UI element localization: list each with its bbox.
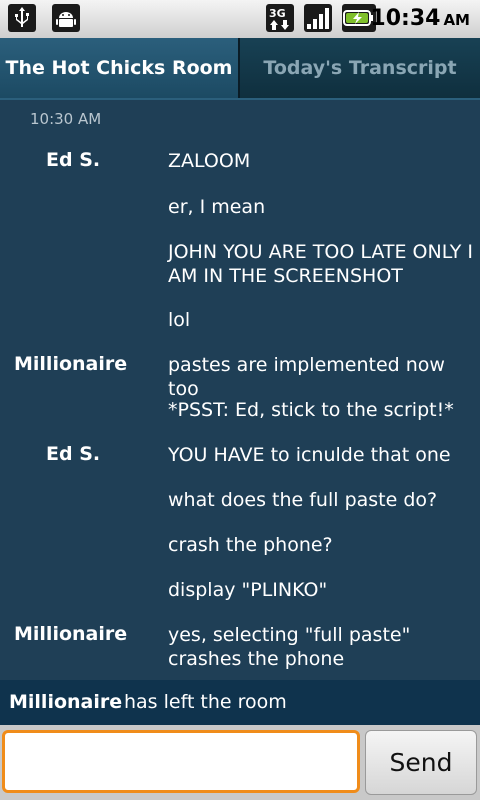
- notice-user: Millionaire: [9, 691, 123, 713]
- clock-time: 10:34: [370, 6, 441, 31]
- message-text: *PSST: Ed, stick to the script!*: [168, 399, 454, 421]
- message-sender: Millionaire: [14, 623, 128, 645]
- message-text: er, I mean: [168, 196, 266, 218]
- 3g-data-icon: 3G: [266, 4, 294, 32]
- message-text: crash the phone?: [168, 534, 333, 556]
- clock-ampm: AM: [443, 11, 470, 29]
- message-text: yes, selecting "full paste" crashes the …: [168, 624, 411, 670]
- usb-icon: [8, 4, 36, 32]
- notice-text: has left the room: [124, 691, 287, 713]
- signal-icon: [304, 4, 332, 32]
- android-debug-icon: [52, 4, 80, 32]
- message-text: ZALOOM: [168, 150, 251, 172]
- message-text: YOU HAVE to icnulde that one: [168, 444, 451, 466]
- message-text: JOHN YOU ARE TOO LATE ONLY I AM IN THE S…: [168, 241, 474, 287]
- status-bar: 3G 10:34 AM: [0, 0, 480, 38]
- tab-room[interactable]: The Hot Chicks Room: [0, 38, 240, 98]
- timestamp: 10:30 AM: [30, 110, 102, 128]
- message-text: lol: [168, 309, 191, 331]
- tab-transcript[interactable]: Today's Transcript: [240, 38, 480, 98]
- tab-bar: The Hot Chicks Room Today's Transcript: [0, 38, 480, 100]
- send-button[interactable]: Send: [365, 730, 477, 795]
- message-sender: Millionaire: [14, 353, 128, 375]
- composer-bar: Send: [0, 725, 480, 800]
- chat-log[interactable]: 10:30 AM Ed S. ZALOOM er, I mean JOHN YO…: [0, 100, 480, 680]
- message-text: pastes are implemented now too: [168, 354, 445, 400]
- room-notice: Millionaire has left the room: [0, 680, 480, 725]
- message-text: display "PLINKO": [168, 579, 328, 601]
- message-text: what does the full paste do?: [168, 489, 438, 511]
- message-input[interactable]: [2, 730, 360, 793]
- svg-text:3G: 3G: [269, 7, 286, 20]
- clock: 10:34 AM: [370, 4, 470, 34]
